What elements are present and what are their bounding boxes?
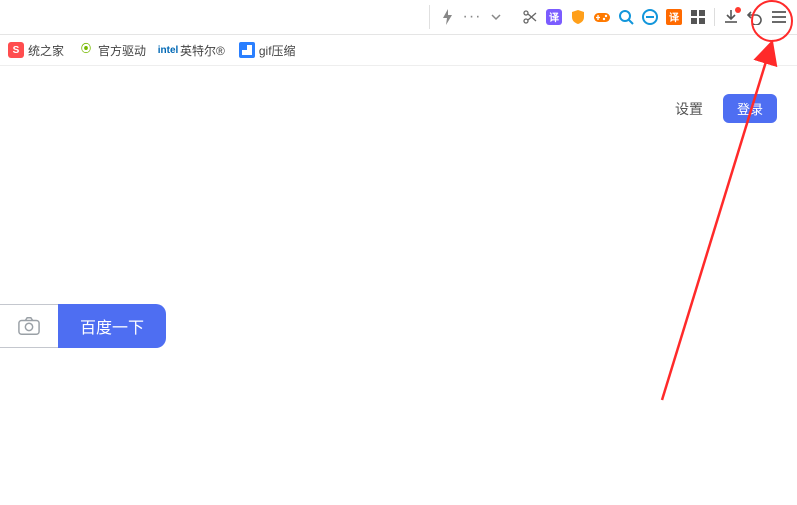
- chevron-down-icon[interactable]: [484, 5, 508, 29]
- bookmark-label: 官方驱动: [98, 42, 146, 59]
- translate-icon[interactable]: 译: [542, 5, 566, 29]
- gif-icon: [239, 42, 255, 58]
- svg-text:译: 译: [549, 11, 560, 24]
- page-content: 设置 登录 百度一下: [0, 66, 797, 505]
- grid-icon[interactable]: [686, 5, 710, 29]
- download-icon[interactable]: [719, 5, 743, 29]
- bookmarks-bar: S 统之家 ⦿ 官方驱动 intel 英特尔® gif压缩: [0, 35, 797, 66]
- toolbar-separator: [714, 8, 715, 26]
- bookmark-label: 英特尔®: [180, 42, 225, 59]
- bookmark-item[interactable]: ⦿ 官方驱动: [78, 42, 146, 59]
- gamepad-icon[interactable]: [590, 5, 614, 29]
- search-area: 百度一下: [0, 304, 166, 348]
- more-icon[interactable]: ···: [460, 5, 484, 29]
- flash-icon[interactable]: [436, 5, 460, 29]
- hamburger-menu-icon[interactable]: [767, 5, 791, 29]
- page-header-right: 设置 登录: [675, 94, 777, 123]
- camera-icon[interactable]: [18, 316, 40, 336]
- search-button[interactable]: 百度一下: [58, 304, 166, 348]
- shield-icon[interactable]: [566, 5, 590, 29]
- search-input[interactable]: [0, 304, 58, 348]
- favicon-icon: S: [8, 42, 24, 58]
- toolbar-icons: ··· 译 译: [436, 5, 797, 29]
- bookmark-item[interactable]: gif压缩: [239, 42, 296, 59]
- login-button[interactable]: 登录: [723, 94, 777, 123]
- intel-icon: intel: [160, 42, 176, 58]
- settings-link[interactable]: 设置: [675, 99, 703, 119]
- undo-icon[interactable]: [743, 5, 767, 29]
- bookmark-item[interactable]: S 统之家: [8, 42, 64, 59]
- notification-dot: [735, 7, 741, 13]
- svg-text:译: 译: [669, 11, 680, 24]
- translate-icon-2[interactable]: 译: [662, 5, 686, 29]
- bookmark-label: gif压缩: [259, 42, 296, 59]
- browser-toolbar: ··· 译 译: [0, 0, 797, 35]
- bookmark-label: 统之家: [28, 42, 64, 59]
- address-bar[interactable]: [0, 5, 430, 29]
- bookmark-item[interactable]: intel 英特尔®: [160, 42, 225, 59]
- nvidia-icon: ⦿: [78, 42, 94, 58]
- scissors-icon[interactable]: [518, 5, 542, 29]
- assist-icon[interactable]: [638, 5, 662, 29]
- search-icon[interactable]: [614, 5, 638, 29]
